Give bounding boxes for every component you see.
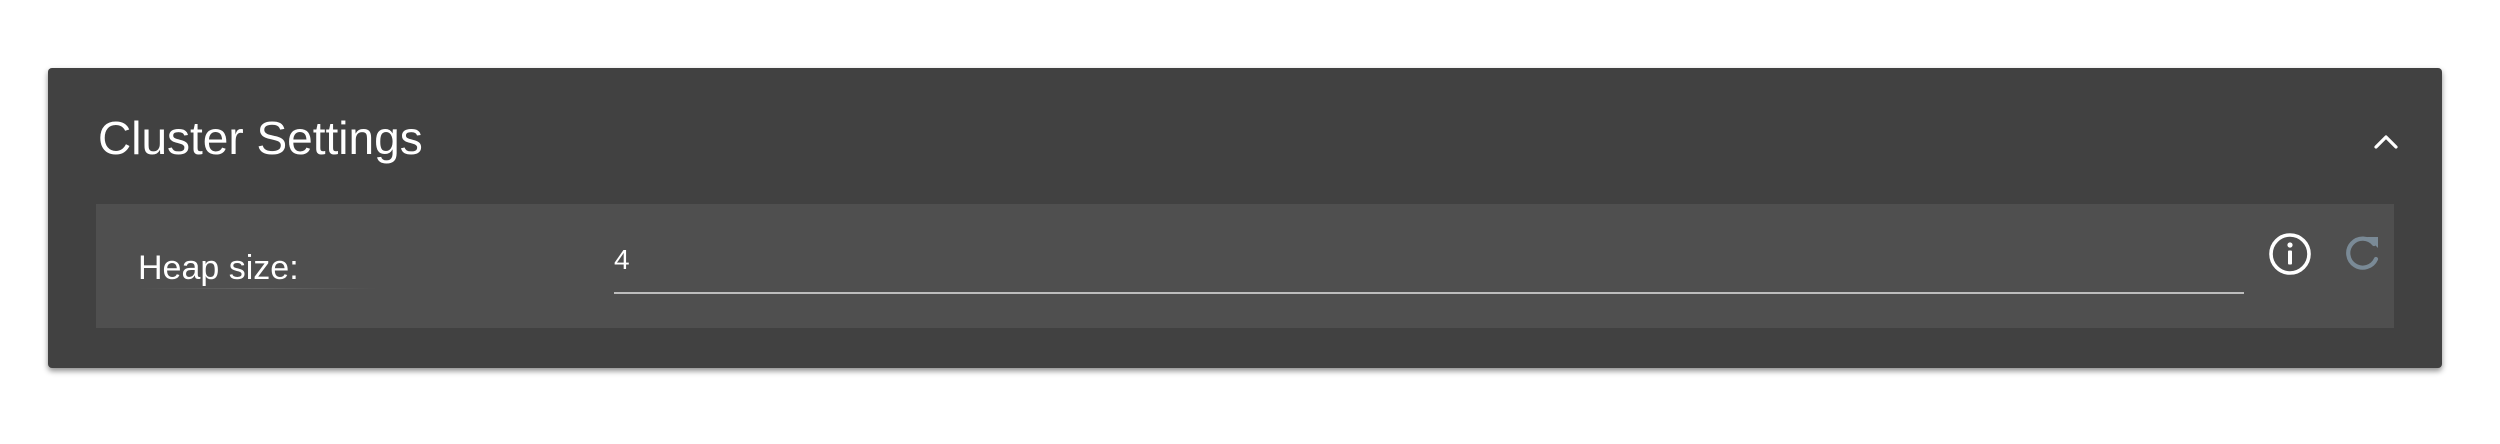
panel-title: Cluster Settings bbox=[98, 112, 423, 164]
label-divider bbox=[138, 288, 378, 289]
heap-size-label: Heap size: bbox=[138, 249, 299, 287]
heap-size-field[interactable] bbox=[614, 228, 2244, 294]
refresh-icon bbox=[2346, 236, 2379, 270]
info-button[interactable] bbox=[2266, 230, 2314, 278]
setting-row-heap-size: Heap size: bbox=[96, 204, 2394, 328]
heap-size-input[interactable] bbox=[614, 238, 2234, 282]
reset-button[interactable] bbox=[2338, 230, 2386, 278]
info-icon bbox=[2269, 233, 2311, 275]
panel-header[interactable]: Cluster Settings bbox=[48, 68, 2442, 202]
cluster-settings-panel: Cluster Settings Heap size: bbox=[48, 68, 2442, 368]
chevron-up-icon bbox=[2374, 135, 2398, 149]
collapse-button[interactable] bbox=[2358, 114, 2414, 170]
